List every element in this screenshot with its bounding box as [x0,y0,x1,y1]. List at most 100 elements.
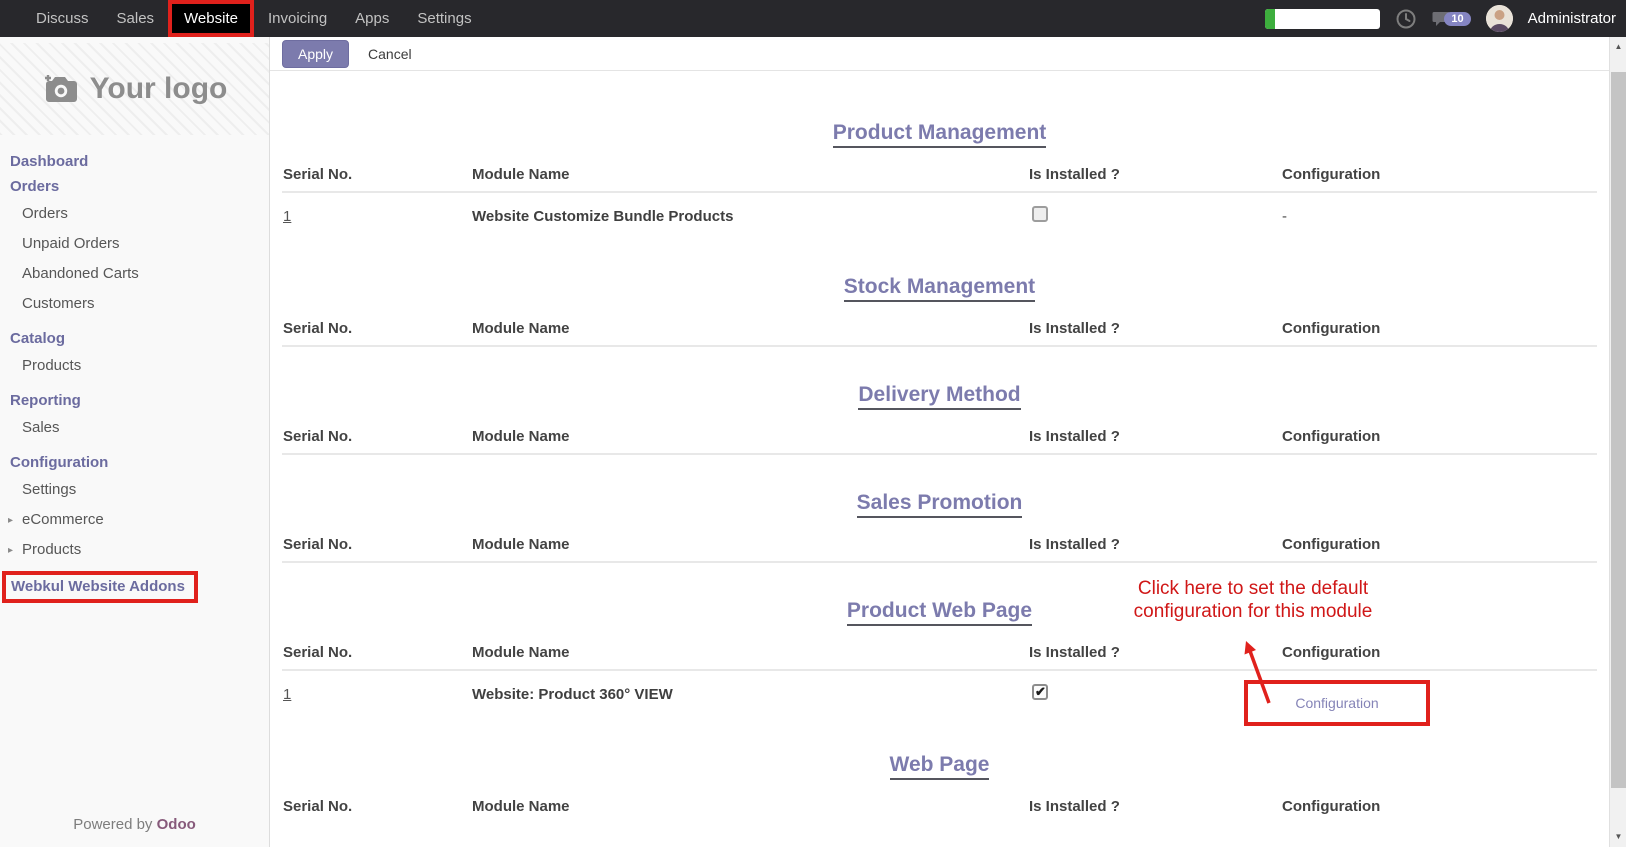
installed-checkbox[interactable] [1032,206,1048,222]
sidebar: Your logo Dashboard Orders Orders Unpaid… [0,37,270,847]
nav-item-website[interactable]: Website [168,0,254,37]
serial-cell: 1 [282,208,472,225]
odoo-backend-page: Discuss Sales Website Invoicing Apps Set… [0,0,1626,847]
section-title: Sales Promotion [857,491,1023,518]
configuration-cell: - [1282,208,1582,225]
module-name-cell: Website Customize Bundle Products [472,208,1029,225]
section-title: Product Web Page [847,599,1032,626]
col-serial-no: Serial No. [282,428,472,445]
table-header-row: Serial No. Module Name Is Installed ? Co… [282,644,1597,671]
scroll-up-arrow[interactable]: ▲ [1610,39,1626,55]
vertical-scrollbar[interactable]: ▲ ▼ [1609,37,1626,847]
col-is-installed: Is Installed ? [1029,166,1282,183]
odoo-brand[interactable]: Odoo [157,816,196,833]
section-stock-management: Stock Management Serial No. Module Name … [282,275,1597,347]
nav-item-discuss[interactable]: Discuss [22,0,103,37]
chevron-right-icon: ▸ [8,512,13,530]
col-serial-no: Serial No. [282,798,472,815]
section-title: Stock Management [844,275,1035,302]
cancel-button[interactable]: Cancel [353,41,427,67]
sidebar-section-reporting: Reporting [0,388,269,413]
col-configuration: Configuration [1282,798,1582,815]
col-module-name: Module Name [472,320,1029,337]
section-title: Web Page [890,753,990,780]
section-sales-promotion: Sales Promotion Serial No. Module Name I… [282,491,1597,563]
progress-fill [1265,9,1275,29]
user-name[interactable]: Administrator [1528,10,1616,27]
col-is-installed: Is Installed ? [1029,428,1282,445]
scroll-down-arrow[interactable]: ▼ [1610,829,1626,845]
table-header-row: Serial No. Module Name Is Installed ? Co… [282,536,1597,563]
app-menu: Discuss Sales Website Invoicing Apps Set… [0,0,486,37]
top-navbar: Discuss Sales Website Invoicing Apps Set… [0,0,1626,37]
messages-menu[interactable]: 10 [1432,11,1470,27]
section-product-management: Product Management Serial No. Module Nam… [282,121,1597,239]
clock-icon[interactable] [1395,8,1417,30]
sidebar-item-abandoned-carts[interactable]: Abandoned Carts [0,259,269,289]
col-module-name: Module Name [472,798,1029,815]
nav-item-sales[interactable]: Sales [103,0,169,37]
sidebar-item-products[interactable]: Products [0,351,269,381]
sidebar-section-configuration: Configuration [0,450,269,475]
sidebar-item-unpaid-orders[interactable]: Unpaid Orders [0,229,269,259]
col-serial-no: Serial No. [282,320,472,337]
logo[interactable]: Your logo [0,43,269,135]
col-module-name: Module Name [472,644,1029,661]
col-module-name: Module Name [472,428,1029,445]
module-config-form: Product Management Serial No. Module Nam… [270,121,1609,823]
scrollbar-thumb[interactable] [1611,72,1626,788]
nav-item-settings[interactable]: Settings [403,0,485,37]
systray: 10 Administrator [1265,0,1626,37]
sidebar-item-orders[interactable]: Orders [0,199,269,229]
col-serial-no: Serial No. [282,536,472,553]
installed-checkbox[interactable] [1032,684,1048,700]
col-serial-no: Serial No. [282,644,472,661]
col-module-name: Module Name [472,166,1029,183]
sidebar-item-customers[interactable]: Customers [0,289,269,319]
message-count-badge: 10 [1444,12,1470,26]
sidebar-item-ecommerce[interactable]: ▸eCommerce [0,505,269,535]
table-header-row: Serial No. Module Name Is Installed ? Co… [282,428,1597,455]
sidebar-item-sales[interactable]: Sales [0,413,269,443]
form-toolbar: Apply Cancel [270,37,1609,71]
sidebar-item-products-config[interactable]: ▸Products [0,535,269,565]
table-header-row: Serial No. Module Name Is Installed ? Co… [282,798,1597,823]
table-row: 1 Website Customize Bundle Products - [282,193,1597,239]
sidebar-item-webkul-website-addons[interactable]: Webkul Website Addons [11,578,185,595]
table-header-row: Serial No. Module Name Is Installed ? Co… [282,320,1597,347]
annotation-text: Click here to set the default configurat… [1088,577,1418,623]
table-header-row: Serial No. Module Name Is Installed ? Co… [282,166,1597,193]
nav-item-invoicing[interactable]: Invoicing [254,0,341,37]
section-delivery-method: Delivery Method Serial No. Module Name I… [282,383,1597,455]
sidebar-section-catalog: Catalog [0,326,269,351]
col-is-installed: Is Installed ? [1029,320,1282,337]
nav-item-apps[interactable]: Apps [341,0,403,37]
col-configuration: Configuration [1282,428,1582,445]
sidebar-menu: Dashboard Orders Orders Unpaid Orders Ab… [0,135,269,603]
powered-by: Powered by Odoo [0,816,269,833]
col-module-name: Module Name [472,536,1029,553]
section-title: Product Management [833,121,1047,148]
annotation-arrow-icon [1238,641,1282,707]
sidebar-section-orders: Orders [0,174,269,199]
avatar[interactable] [1486,5,1513,32]
camera-icon [42,73,78,105]
col-configuration: Configuration [1282,644,1582,661]
avatar-image [1486,5,1513,32]
serial-cell: 1 [282,686,472,703]
table-row: 1 Website: Product 360° VIEW Configurati… [282,671,1597,717]
col-is-installed: Is Installed ? [1029,798,1282,815]
apply-button[interactable]: Apply [282,40,349,68]
logo-text: Your logo [90,72,228,106]
sidebar-item-settings[interactable]: Settings [0,475,269,505]
chevron-right-icon: ▸ [8,542,13,560]
configuration-link[interactable]: Configuration [1295,695,1378,711]
section-title: Delivery Method [858,383,1020,410]
col-configuration: Configuration [1282,166,1582,183]
progress-pill[interactable] [1265,9,1380,29]
col-configuration: Configuration [1282,320,1582,337]
main-content: Apply Cancel Product Management Serial N… [270,37,1609,847]
col-is-installed: Is Installed ? [1029,536,1282,553]
sidebar-item-dashboard[interactable]: Dashboard [0,149,269,174]
module-name-cell: Website: Product 360° VIEW [472,686,1029,703]
